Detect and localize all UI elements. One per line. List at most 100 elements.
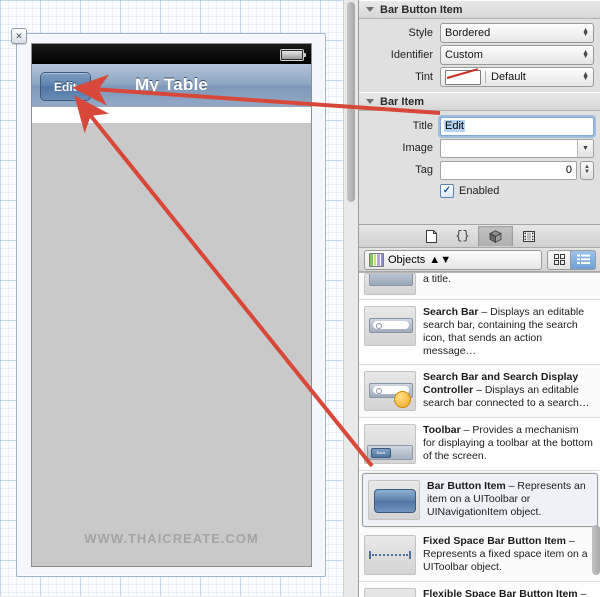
- canvas-vertical-scrollbar[interactable]: [343, 0, 358, 596]
- list-item-text: a title.: [423, 273, 451, 293]
- braces-icon: {}: [455, 229, 470, 243]
- media-library-icon[interactable]: [513, 226, 544, 246]
- nav-bar-thumb-icon: [369, 274, 413, 286]
- image-input-value[interactable]: [441, 140, 577, 157]
- section-header-bar-button-item[interactable]: Bar Button Item: [359, 0, 600, 19]
- style-value: Bordered: [445, 27, 491, 39]
- navigation-bar[interactable]: Edit My Table: [32, 64, 311, 108]
- title-label: Title: [412, 120, 433, 132]
- chevron-updown-icon: ▲▼: [582, 27, 589, 38]
- scrollbar-knob[interactable]: [347, 2, 355, 202]
- row-identifier: Identifier Custom ▲ ▼: [359, 44, 600, 66]
- object-library-icon[interactable]: [478, 226, 513, 246]
- section-title: Bar Button Item: [380, 3, 463, 16]
- attributes-inspector[interactable]: Bar Button Item Style Bordered ▲ ▼ Identi…: [358, 0, 600, 224]
- row-tint: Tint Default ▲ ▼: [359, 66, 600, 88]
- scrollbar-knob[interactable]: [592, 525, 600, 575]
- row-title: Title Edit: [359, 115, 600, 137]
- title-input[interactable]: Edit: [440, 116, 594, 136]
- enabled-label: Enabled: [459, 185, 500, 197]
- library-category-select[interactable]: Objects ▲▼: [364, 249, 542, 270]
- library-view-toggle[interactable]: [547, 249, 596, 270]
- row-style: Style Bordered ▲ ▼: [359, 22, 600, 44]
- chevron-updown-icon: ▲▼: [582, 71, 589, 82]
- image-combo[interactable]: ▼: [440, 138, 594, 158]
- chevron-down-icon[interactable]: [366, 99, 374, 104]
- list-item-text: Bar Button Item – Represents an item on …: [427, 480, 589, 520]
- object-thumbnail: [364, 306, 416, 346]
- chevron-down-icon[interactable]: ▼: [577, 139, 593, 157]
- list-view-button[interactable]: [571, 249, 596, 270]
- navigation-bar-title: My Table: [134, 75, 209, 94]
- list-item-title: Fixed Space Bar Button Item: [423, 535, 566, 547]
- search-icon: [376, 388, 382, 394]
- title-input-value: Edit: [444, 120, 465, 132]
- device-frame[interactable]: ✕ Edit My Table WWW.THAICREATE.COM: [11, 28, 326, 577]
- file-template-library-icon[interactable]: [416, 226, 447, 246]
- film-icon: [522, 230, 535, 242]
- library-filter-bar[interactable]: Objects ▲▼: [359, 248, 600, 272]
- chevron-updown-icon: ▲▼: [582, 49, 589, 60]
- list-item[interactable]: Search Bar – Displays an editable search…: [359, 300, 600, 365]
- divider: [485, 71, 486, 83]
- section-header-bar-item[interactable]: Bar Item: [359, 92, 600, 111]
- list-item[interactable]: Fixed Space Bar Button Item – Represents…: [359, 529, 600, 582]
- library-icon: [369, 252, 384, 267]
- color-well-icon[interactable]: [445, 69, 481, 85]
- device-screen[interactable]: Edit My Table WWW.THAICREATE.COM: [31, 43, 312, 567]
- list-item-title: Search Bar: [423, 306, 479, 318]
- grid-icon: [553, 254, 565, 265]
- list-item[interactable]: a title.: [359, 273, 600, 300]
- library-object-list[interactable]: a title. Search Bar – Displays an editab…: [359, 272, 600, 597]
- tag-stepper[interactable]: ▲ ▼: [580, 160, 594, 180]
- close-icon[interactable]: ✕: [11, 28, 27, 44]
- file-icon: [426, 229, 437, 243]
- object-thumbnail: [364, 424, 416, 464]
- chevron-down-icon[interactable]: [366, 7, 374, 12]
- search-bar-thumb-icon: [369, 318, 413, 333]
- library-scrollbar[interactable]: [592, 275, 600, 595]
- tag-label: Tag: [415, 164, 433, 176]
- list-item-desc: a title.: [423, 273, 452, 285]
- code-snippet-library-icon[interactable]: {}: [447, 226, 478, 246]
- image-label: Image: [402, 142, 433, 154]
- row-enabled: ✓ Enabled: [359, 181, 600, 201]
- list-item-text: Search Bar – Displays an editable search…: [423, 306, 593, 358]
- grid-view-button[interactable]: [547, 249, 571, 270]
- table-header-area: [32, 107, 311, 123]
- list-item[interactable]: Toolbar – Provides a mechanism for displ…: [359, 418, 600, 471]
- list-item[interactable]: Search Bar and Search Display Controller…: [359, 365, 600, 418]
- enabled-checkbox[interactable]: ✓: [440, 184, 454, 198]
- list-item-title: Bar Button Item: [427, 480, 506, 492]
- tint-value: Default: [491, 71, 526, 83]
- object-thumbnail: [364, 273, 416, 295]
- row-image: Image ▼: [359, 137, 600, 159]
- library-tab-bar[interactable]: {}: [359, 225, 600, 248]
- library-panel[interactable]: {} Objects ▲▼ a title. Search Bar – Disp…: [358, 224, 600, 597]
- design-canvas[interactable]: ✕ Edit My Table WWW.THAICREATE.COM: [0, 0, 358, 596]
- list-item-selected[interactable]: Bar Button Item – Represents an item on …: [362, 473, 598, 527]
- controller-orb-icon: [394, 391, 411, 408]
- style-select[interactable]: Bordered ▲ ▼: [440, 23, 594, 43]
- tint-label: Tint: [415, 71, 433, 83]
- tint-select[interactable]: Default ▲ ▼: [440, 67, 594, 87]
- list-item-text: Search Bar and Search Display Controller…: [423, 371, 593, 411]
- style-label: Style: [408, 27, 433, 39]
- section-title: Bar Item: [380, 95, 425, 108]
- list-item[interactable]: Flexible Space Bar Button Item – Represe…: [359, 582, 600, 597]
- watermark-text: WWW.THAICREATE.COM: [84, 531, 259, 546]
- list-item-title: Toolbar: [423, 424, 461, 436]
- ios-status-bar: [32, 44, 311, 64]
- toolbar-thumb-icon: [367, 445, 413, 460]
- identifier-select[interactable]: Custom ▲ ▼: [440, 45, 594, 65]
- table-view-body[interactable]: [32, 123, 311, 566]
- list-item-text: Fixed Space Bar Button Item – Represents…: [423, 535, 593, 575]
- bar-button-thumb-icon: [374, 489, 416, 513]
- row-tag: Tag 0 ▲ ▼: [359, 159, 600, 181]
- cube-icon: [489, 229, 502, 243]
- search-icon: [376, 323, 382, 329]
- object-thumbnail: [368, 480, 420, 520]
- identifier-label: Identifier: [390, 49, 433, 61]
- list-item-text: Toolbar – Provides a mechanism for displ…: [423, 424, 593, 464]
- tag-input[interactable]: 0: [440, 160, 577, 180]
